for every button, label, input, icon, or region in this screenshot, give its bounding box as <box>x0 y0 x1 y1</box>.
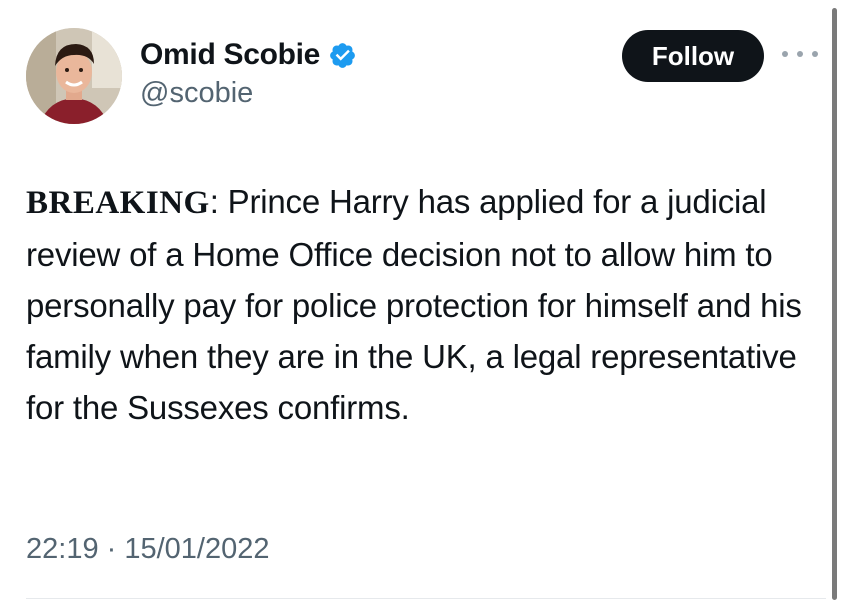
tweet-text: BREAKING: Prince Harry has applied for a… <box>26 176 826 433</box>
author-handle[interactable]: @scobie <box>140 77 253 110</box>
author-name-row: Omid Scobie <box>140 36 357 74</box>
tweet-card: Omid Scobie @scobie Follow BREAKING: Pri… <box>0 0 846 600</box>
divider <box>26 598 826 599</box>
scrollbar[interactable] <box>832 8 837 600</box>
more-dot <box>812 51 818 57</box>
more-dot <box>797 51 803 57</box>
tweet-lead-breaking: BREAKING <box>26 185 210 221</box>
verified-badge-icon <box>328 41 357 70</box>
tweet-lead-colon: : <box>209 183 219 220</box>
author-display-name[interactable]: Omid Scobie <box>140 38 320 72</box>
more-dot <box>782 51 788 57</box>
follow-button[interactable]: Follow <box>622 30 764 82</box>
avatar-photo <box>26 28 122 124</box>
more-horizontal-icon[interactable] <box>782 44 818 64</box>
tweet-timestamp[interactable]: 22:19 · 15/01/2022 <box>26 533 269 566</box>
avatar[interactable] <box>26 28 122 124</box>
